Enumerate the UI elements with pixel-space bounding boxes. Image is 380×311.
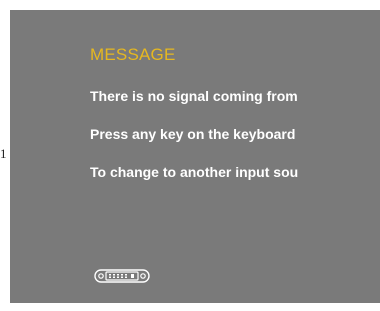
osd-message-line-1: There is no signal coming from — [90, 88, 298, 104]
osd-message-panel: MESSAGE There is no signal coming from P… — [10, 10, 380, 303]
page-edge-text: 1 — [0, 147, 7, 160]
osd-message-line-2: Press any key on the keyboard — [90, 126, 296, 142]
dvi-connector-icon — [94, 268, 150, 284]
osd-title: MESSAGE — [90, 45, 176, 64]
osd-message-line-3: To change to another input sou — [90, 164, 299, 180]
